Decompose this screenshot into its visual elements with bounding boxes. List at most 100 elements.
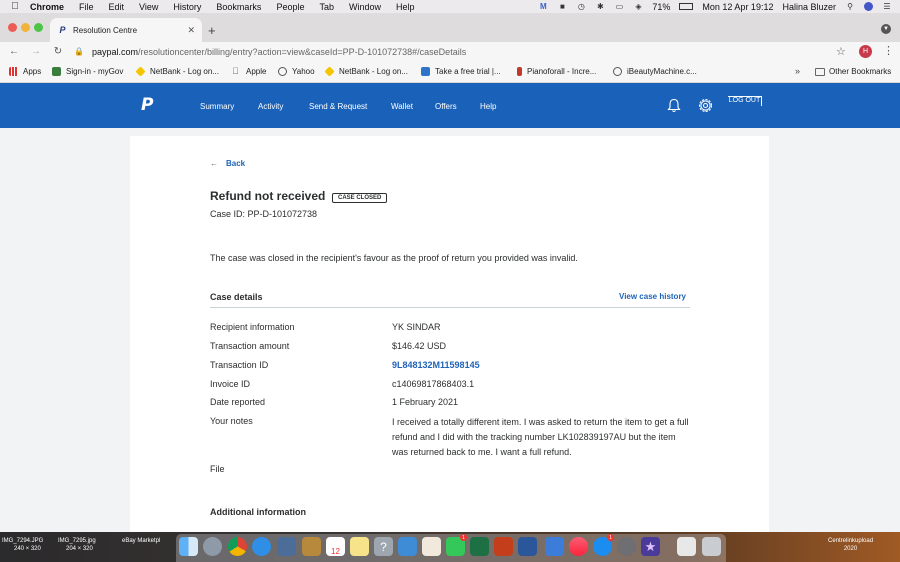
contacts-icon[interactable]	[302, 537, 321, 556]
preview-icon[interactable]	[277, 537, 296, 556]
spotlight-icon[interactable]: ⚲	[845, 2, 855, 11]
menu-tab[interactable]: Tab	[319, 2, 334, 12]
powerpoint-icon[interactable]	[494, 537, 513, 556]
bookmark-yahoo[interactable]: Yahoo	[278, 67, 315, 76]
menu-window[interactable]: Window	[349, 2, 381, 12]
bluetooth-icon[interactable]: ✱	[595, 2, 605, 11]
bookmark-ibeautymachine[interactable]: iBeautyMachine.c...	[613, 67, 697, 76]
logout-button[interactable]: LOG OUT	[728, 96, 762, 106]
minimize-window-button[interactable]	[21, 23, 30, 32]
launchpad-icon[interactable]	[203, 537, 222, 556]
calendar-icon[interactable]: 12	[326, 537, 345, 556]
desktop-file[interactable]: IMG_7294.JPG 240 × 320	[2, 537, 43, 553]
tab-search-icon[interactable]: ▼	[881, 24, 891, 34]
reload-icon[interactable]: ↻	[52, 46, 64, 57]
menu-people[interactable]: People	[276, 2, 304, 12]
new-tab-button[interactable]: +	[208, 23, 216, 38]
lock-icon[interactable]: 🔒	[74, 47, 84, 56]
battery-icon[interactable]	[679, 3, 694, 10]
menu-file[interactable]: File	[79, 2, 94, 12]
bookmark-netbank-1[interactable]: NetBank - Log on...	[135, 66, 219, 77]
url-path: /resolutioncenter/billing/entry?action=v…	[138, 46, 467, 57]
settings-gear-icon[interactable]	[697, 97, 714, 114]
menu-edit[interactable]: Edit	[109, 2, 125, 12]
forward-arrow-icon[interactable]: →	[30, 46, 42, 57]
bookmark-star-icon[interactable]: ☆	[836, 45, 846, 58]
siri-icon[interactable]	[864, 2, 873, 11]
bookmark-free-trial[interactable]: Take a free trial |...	[421, 67, 501, 76]
close-window-button[interactable]	[8, 23, 17, 32]
tab-resolution-centre[interactable]: P Resolution Centre ✕	[50, 18, 202, 42]
bookmark-apple[interactable]:  Apple	[232, 67, 266, 77]
airplay-icon[interactable]: ▭	[614, 2, 624, 11]
music-icon[interactable]	[569, 537, 588, 556]
transaction-id-link[interactable]: 9L848132M11598145	[392, 360, 480, 370]
chrome-menu-icon[interactable]: ⋮	[883, 44, 894, 57]
menu-chrome[interactable]: Chrome	[30, 2, 64, 12]
screen-share-icon[interactable]: ■	[557, 2, 567, 11]
date-reported-label: Date reported	[210, 397, 266, 407]
close-tab-icon[interactable]: ✕	[187, 25, 195, 36]
finder-icon[interactable]	[179, 537, 198, 556]
bookmark-label: NetBank - Log on...	[150, 67, 219, 76]
view-case-history-link[interactable]: View case history	[619, 292, 686, 301]
desktop-file[interactable]: IMG_7295.jpg 204 × 320	[58, 537, 96, 553]
notes-icon[interactable]	[350, 537, 369, 556]
amount-label: Transaction amount	[210, 341, 290, 351]
invoice-id-value: c14069817868403.1	[392, 379, 475, 389]
date-reported-value: 1 February 2021	[392, 397, 459, 407]
safari-icon[interactable]	[252, 537, 271, 556]
nav-activity[interactable]: Activity	[258, 102, 283, 111]
other-bookmarks[interactable]: Other Bookmarks	[815, 67, 891, 76]
invoice-id-label: Invoice ID	[210, 379, 251, 389]
nav-offers[interactable]: Offers	[435, 102, 457, 111]
nav-summary[interactable]: Summary	[200, 102, 234, 111]
trash-icon[interactable]	[702, 537, 721, 556]
wifi-icon[interactable]: ◈	[633, 2, 643, 11]
profile-avatar[interactable]: H	[859, 45, 872, 58]
help-question-icon[interactable]: ?	[374, 537, 393, 556]
address-bar[interactable]: 🔒 paypal.com/resolutioncenter/billing/en…	[66, 43, 851, 60]
bookmark-netbank-2[interactable]: NetBank - Log on...	[324, 66, 408, 77]
paypal-logo-icon[interactable]: P	[141, 97, 155, 114]
zoom-window-button[interactable]	[34, 23, 43, 32]
desktop-file-name: Centrelinkupload	[828, 538, 874, 544]
imovie-star-icon[interactable]: ★	[641, 537, 660, 556]
back-arrow-icon: ←	[210, 159, 218, 168]
textedit-icon[interactable]	[422, 537, 441, 556]
bookmarks-overflow-button[interactable]: »	[795, 66, 800, 76]
menu-history[interactable]: History	[173, 2, 201, 12]
downloads-folder-icon[interactable]	[677, 537, 696, 556]
bookmark-apps[interactable]: Apps	[9, 67, 41, 76]
chrome-icon[interactable]	[228, 537, 247, 556]
recipient-value: YK SINDAR	[392, 322, 441, 332]
menu-help[interactable]: Help	[396, 2, 415, 12]
menu-user[interactable]: Halina Bluzer	[782, 2, 836, 12]
bookmark-pianoforall[interactable]: Pianoforall - Incre...	[517, 67, 596, 76]
desktop-file[interactable]: Centrelinkupload 2020	[828, 537, 873, 553]
notification-center-icon[interactable]: ☰	[882, 2, 892, 11]
apps-grid-icon	[9, 67, 18, 76]
menu-view[interactable]: View	[139, 2, 158, 12]
malwarebytes-icon[interactable]: M	[538, 2, 548, 11]
nav-wallet[interactable]: Wallet	[391, 102, 413, 111]
back-arrow-icon[interactable]: ←	[8, 46, 20, 57]
system-preferences-icon[interactable]	[617, 537, 636, 556]
bookmark-mygov[interactable]: Sign-in - myGov	[52, 67, 123, 76]
time-machine-icon[interactable]: ◷	[576, 2, 586, 11]
menu-datetime[interactable]: Mon 12 Apr 19:12	[702, 2, 773, 12]
word-icon[interactable]	[518, 537, 537, 556]
desktop-file[interactable]: eBay Marketpl	[122, 537, 160, 545]
globe-icon	[613, 67, 622, 76]
transaction-id-label: Transaction ID	[210, 360, 269, 370]
nav-help[interactable]: Help	[480, 102, 496, 111]
notifications-bell-icon[interactable]	[667, 98, 681, 113]
back-link[interactable]: ← Back	[210, 159, 245, 168]
apple-menu-icon[interactable]: 	[10, 1, 20, 12]
bookmark-label: Sign-in - myGov	[66, 67, 124, 76]
excel-icon[interactable]	[470, 537, 489, 556]
menu-bookmarks[interactable]: Bookmarks	[216, 2, 261, 12]
photos-icon[interactable]	[545, 537, 564, 556]
nav-send-request[interactable]: Send & Request	[309, 102, 367, 111]
numbers-icon[interactable]	[398, 537, 417, 556]
